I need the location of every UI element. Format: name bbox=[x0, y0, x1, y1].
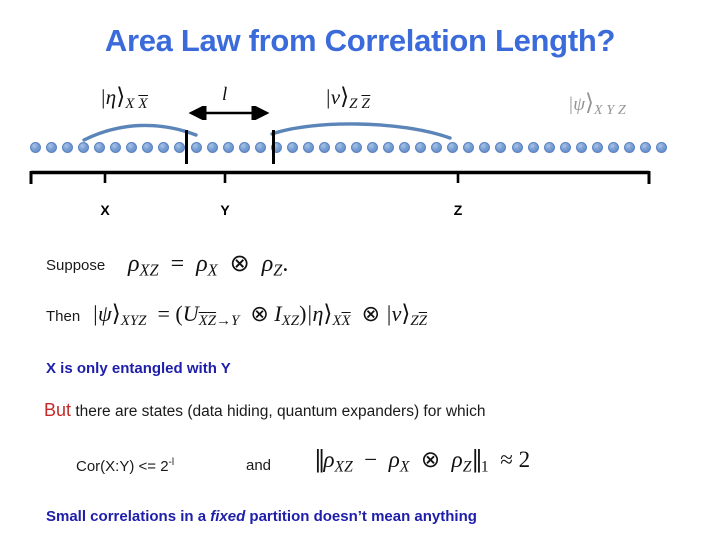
spin-site-dot bbox=[351, 142, 363, 153]
spin-site-dot bbox=[479, 142, 491, 153]
spin-site-dot bbox=[142, 142, 154, 153]
spin-site-dot bbox=[623, 142, 635, 153]
conclusion-emphasis: fixed bbox=[210, 508, 246, 525]
spin-site-dot bbox=[94, 142, 106, 153]
suppose-equation: ρXZ = ρX ⊗ ρZ. bbox=[128, 251, 289, 280]
trace-distance-equation: ‖ρXZ − ρX ⊗ ρZ‖1 ≈ 2 bbox=[314, 447, 531, 476]
spin-site-dot bbox=[495, 142, 507, 153]
spin-site-dot bbox=[511, 142, 523, 153]
spin-site-dot bbox=[302, 142, 314, 153]
approx-value: 2 bbox=[518, 447, 531, 472]
spin-site-dot bbox=[399, 142, 411, 153]
spin-site-dot bbox=[367, 142, 379, 153]
page-title: Area Law from Correlation Length? bbox=[104, 23, 616, 58]
spin-site-dot bbox=[286, 142, 298, 153]
spin-site-dot bbox=[656, 142, 667, 153]
spin-site-dot bbox=[639, 142, 651, 153]
spin-site-dot bbox=[415, 142, 427, 153]
partition-cut-right bbox=[272, 130, 275, 164]
spin-site-dot bbox=[206, 142, 218, 153]
spin-site-dot bbox=[78, 142, 90, 153]
spin-site-dot bbox=[334, 142, 346, 153]
spin-site-dot bbox=[527, 142, 539, 153]
spin-site-dot bbox=[62, 142, 74, 153]
spin-site-dot bbox=[559, 142, 571, 153]
entangled-statement: X is only entangled with Y bbox=[46, 360, 231, 377]
region-ruler bbox=[29, 170, 651, 184]
spin-site-dot bbox=[318, 142, 330, 153]
spin-site-dot bbox=[447, 142, 459, 153]
suppose-label: Suppose bbox=[46, 257, 106, 274]
but-rest-text: there are states (data hiding, quantum e… bbox=[71, 403, 486, 420]
spin-site-dot bbox=[383, 142, 395, 153]
spin-site-dot bbox=[158, 142, 170, 153]
spin-site-dot bbox=[46, 142, 58, 153]
cor-base: Cor(X:Y) <= 2 bbox=[76, 458, 169, 475]
and-conjunction: and bbox=[246, 457, 272, 474]
but-statement: But there are states (data hiding, quant… bbox=[44, 401, 485, 420]
correlation-bound-text: Cor(X:Y) <= 2-l bbox=[76, 457, 175, 475]
partition-cut-left bbox=[185, 130, 188, 164]
region-label-x: X bbox=[100, 202, 110, 218]
spin-site-dot bbox=[254, 142, 266, 153]
spin-site-dot bbox=[543, 142, 555, 153]
spin-site-dot bbox=[607, 142, 619, 153]
spin-site-dot bbox=[591, 142, 603, 153]
spin-site-dot bbox=[110, 142, 122, 153]
but-keyword: But bbox=[44, 400, 72, 420]
spin-site-dot bbox=[238, 142, 250, 153]
spin-site-dot bbox=[174, 142, 186, 153]
region-label-z: Z bbox=[453, 202, 463, 218]
spin-site-dot bbox=[30, 142, 41, 153]
conclusion-statement: Small correlations in a fixed partition … bbox=[46, 509, 477, 524]
spin-chain-sites bbox=[0, 142, 720, 158]
then-label: Then bbox=[46, 308, 81, 325]
spin-chain-diagram: |η⟩X X l |ν⟩Z Z |ψ⟩X Y Z X Y Z bbox=[0, 80, 720, 220]
spin-site-dot bbox=[463, 142, 475, 153]
conclusion-pre: Small correlations in a bbox=[46, 508, 211, 525]
cor-exponent: -l bbox=[168, 457, 175, 468]
region-label-y: Y bbox=[220, 202, 230, 218]
spin-site-dot bbox=[575, 142, 587, 153]
spin-site-dot bbox=[431, 142, 443, 153]
spin-site-dot bbox=[190, 142, 202, 153]
spin-site-dot bbox=[222, 142, 234, 153]
conclusion-post: partition doesn’t mean anything bbox=[245, 508, 477, 525]
spin-site-dot bbox=[126, 142, 138, 153]
then-equation: |ψ⟩XYZ = (UXZ→Y ⊗ IXZ)|η⟩XX ⊗ |ν⟩ZZ bbox=[92, 301, 428, 330]
